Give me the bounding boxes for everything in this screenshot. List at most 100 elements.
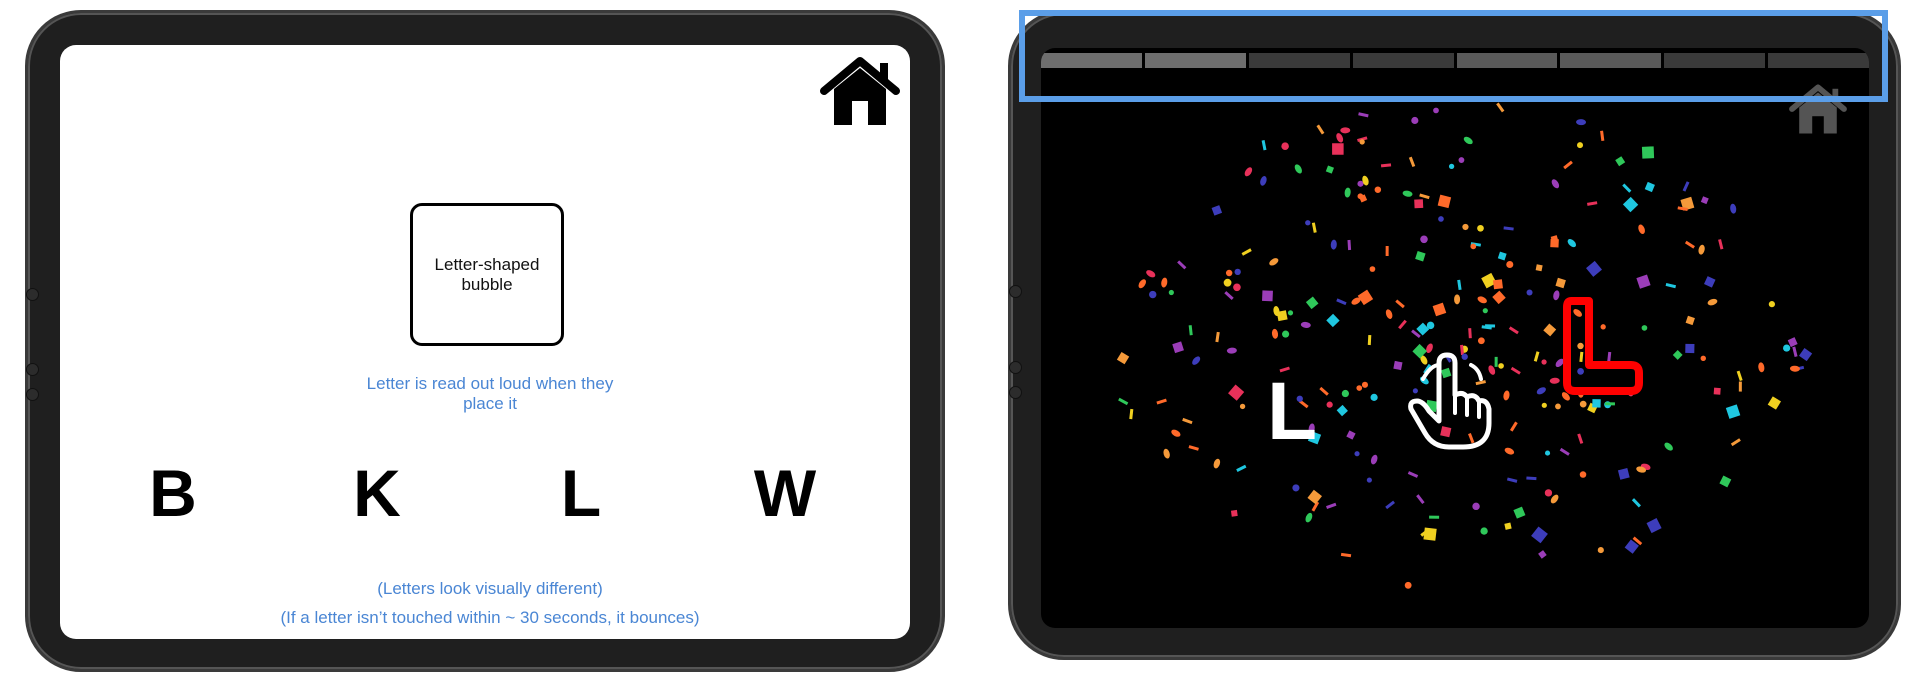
confetti-piece xyxy=(1437,194,1452,209)
confetti-piece xyxy=(1468,328,1472,339)
confetti-piece xyxy=(1504,522,1512,530)
letter-tile-b[interactable]: B xyxy=(118,460,228,526)
confetti-piece xyxy=(1665,283,1677,289)
confetti-piece xyxy=(1230,509,1238,517)
confetti-piece xyxy=(1344,187,1351,198)
confetti-piece xyxy=(1305,220,1311,226)
confetti-piece xyxy=(1358,112,1369,118)
confetti-piece xyxy=(1497,251,1507,261)
confetti-piece xyxy=(1156,398,1167,405)
confetti-piece xyxy=(1223,278,1232,287)
confetti-piece xyxy=(1163,448,1170,459)
confetti-piece xyxy=(1615,156,1626,167)
confetti-piece xyxy=(1213,458,1221,469)
confetti-piece xyxy=(1177,260,1187,270)
confetti-piece xyxy=(1684,240,1695,249)
letter-shaped-bubble[interactable]: Letter-shaped bubble xyxy=(410,203,564,346)
pointing-hand-icon xyxy=(1408,352,1492,450)
confetti-piece xyxy=(1509,421,1518,432)
confetti-piece xyxy=(1448,163,1455,169)
confetti-piece xyxy=(1416,494,1425,505)
confetti-piece xyxy=(1768,301,1776,308)
confetti-piece xyxy=(1600,130,1605,141)
confetti-piece xyxy=(1798,347,1813,362)
confetti-piece xyxy=(1336,298,1347,306)
confetti-piece xyxy=(1357,193,1364,200)
confetti-piece xyxy=(1789,365,1800,372)
confetti-piece xyxy=(1168,289,1174,296)
confetti-piece xyxy=(1477,224,1484,232)
progress-bar-highlight xyxy=(1019,10,1888,102)
confetti-piece xyxy=(1385,246,1389,257)
confetti-piece xyxy=(1411,116,1419,125)
letter-tile-k[interactable]: K xyxy=(322,460,432,526)
confetti-piece xyxy=(1369,266,1376,272)
bubble-label: Letter-shaped bubble xyxy=(434,254,540,294)
confetti-piece xyxy=(1161,277,1168,288)
confetti-piece xyxy=(1395,299,1405,309)
target-letter-outline[interactable]: L xyxy=(1561,293,1646,398)
confetti-piece xyxy=(1269,258,1279,266)
letter-tile-w[interactable]: W xyxy=(730,460,840,526)
confetti-piece xyxy=(1438,216,1444,222)
confetti-piece xyxy=(1498,363,1504,369)
confetti-piece xyxy=(1719,475,1732,488)
confetti-piece xyxy=(1340,127,1351,134)
confetti-piece xyxy=(1543,323,1557,337)
confetti-piece xyxy=(1506,260,1514,269)
confetti-piece xyxy=(1730,438,1741,447)
confetti-piece xyxy=(1738,381,1742,392)
confetti-piece xyxy=(1472,502,1480,511)
confetti-piece xyxy=(1579,400,1587,408)
confetti-piece xyxy=(1586,260,1602,277)
confetti-piece xyxy=(1433,107,1439,114)
confetti-piece xyxy=(1415,250,1426,262)
confetti-piece xyxy=(1228,384,1245,401)
confetti-piece xyxy=(1462,223,1469,231)
confetti-piece xyxy=(1292,484,1300,492)
visual-annotation: (Letters look visually different) xyxy=(377,579,603,598)
confetti-piece xyxy=(1725,404,1741,419)
confetti-piece xyxy=(1641,146,1655,159)
confetti-piece xyxy=(1385,309,1393,319)
confetti-piece xyxy=(1767,396,1782,410)
confetti-piece xyxy=(1354,451,1360,457)
confetti-piece xyxy=(1685,315,1695,326)
confetti-piece xyxy=(1604,402,1615,406)
confetti-piece xyxy=(1407,471,1419,478)
confetti xyxy=(1116,102,1813,589)
side-button xyxy=(26,388,39,401)
confetti-piece xyxy=(1359,139,1365,145)
confetti-piece xyxy=(1503,226,1514,231)
confetti-piece xyxy=(1526,289,1533,296)
confetti-piece xyxy=(1326,401,1333,408)
confetti-piece xyxy=(1638,224,1645,235)
confetti-piece xyxy=(1567,239,1577,248)
tablet-right: L L xyxy=(1008,10,1901,660)
confetti-piece xyxy=(1541,402,1547,408)
confetti-piece xyxy=(1188,445,1199,451)
confetti-piece xyxy=(1330,239,1337,250)
confetti-piece xyxy=(1482,308,1488,314)
confetti-piece xyxy=(1325,165,1334,174)
confetti-piece xyxy=(1597,547,1604,554)
confetti-piece xyxy=(1316,124,1325,135)
confetti-piece xyxy=(1698,244,1705,255)
confetti-piece xyxy=(1414,199,1424,209)
confetti-piece xyxy=(1385,500,1395,510)
confetti-piece xyxy=(1281,142,1289,150)
letter-tile-l[interactable]: L xyxy=(526,460,636,526)
confetti-piece xyxy=(1463,136,1473,145)
confetti-piece xyxy=(1118,397,1129,406)
confetti-piece xyxy=(1116,351,1130,365)
placed-letter[interactable]: L xyxy=(1267,371,1317,453)
confetti-piece xyxy=(1225,269,1233,277)
confetti-piece xyxy=(1457,279,1462,291)
confetti-piece xyxy=(1356,385,1363,391)
confetti-piece xyxy=(1508,326,1519,335)
tablet-left: Letter-shaped bubble Letter is read out … xyxy=(25,10,945,672)
confetti-piece xyxy=(1531,526,1548,544)
home-icon[interactable] xyxy=(820,55,900,127)
confetti-piece xyxy=(1282,330,1290,338)
confetti-piece xyxy=(1236,464,1247,472)
